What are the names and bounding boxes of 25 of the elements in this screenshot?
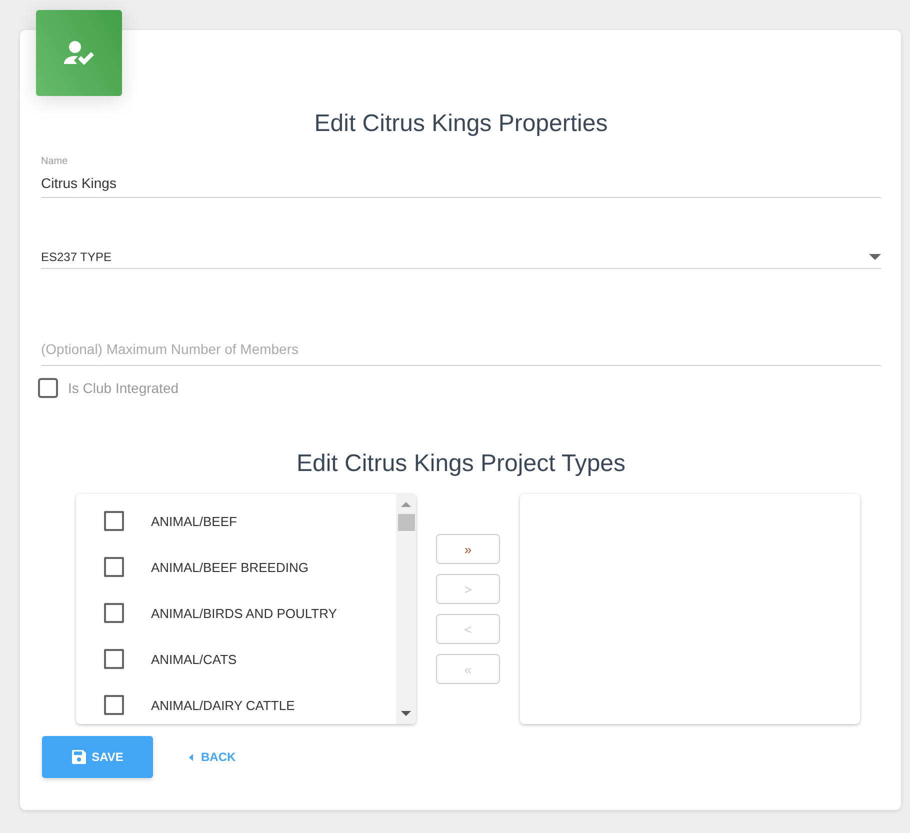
scrollbar-thumb[interactable] — [398, 514, 415, 531]
checkbox[interactable] — [104, 511, 124, 531]
list-item-label[interactable]: ANIMAL/BEEF BREEDING — [151, 560, 308, 574]
transfer-button[interactable]: » — [436, 534, 500, 564]
save-icon — [72, 750, 86, 764]
scroll-down-arrow-icon[interactable] — [401, 711, 411, 716]
checkbox[interactable] — [104, 603, 124, 623]
checkbox-label: Is Club Integrated — [68, 380, 179, 396]
list-item-label[interactable]: ANIMAL/BIRDS AND POULTRY — [151, 606, 337, 620]
page-title: Edit Citrus Kings Properties — [313, 110, 609, 138]
dropdown-caret-icon — [869, 254, 881, 260]
section-title: Edit Citrus Kings Project Types — [295, 450, 627, 478]
checkbox[interactable] — [104, 649, 124, 669]
list-item-label[interactable]: ANIMAL/BEEF — [151, 514, 237, 528]
checkbox[interactable] — [104, 557, 124, 577]
list-item-label[interactable]: ANIMAL/CATS — [151, 652, 237, 666]
members-input[interactable]: (Optional) Maximum Number of Members — [41, 341, 881, 366]
list-item-label[interactable]: ANIMAL/DAIRY CATTLE — [151, 698, 295, 712]
caret-icon — [189, 754, 193, 760]
scrollbar[interactable] — [396, 494, 416, 724]
checkbox[interactable] — [38, 378, 58, 398]
checkbox[interactable] — [104, 695, 124, 715]
type-select[interactable]: ES237 TYPE — [41, 250, 881, 269]
user-check-icon — [64, 40, 94, 66]
name-field[interactable]: Name Citrus Kings — [41, 156, 881, 198]
